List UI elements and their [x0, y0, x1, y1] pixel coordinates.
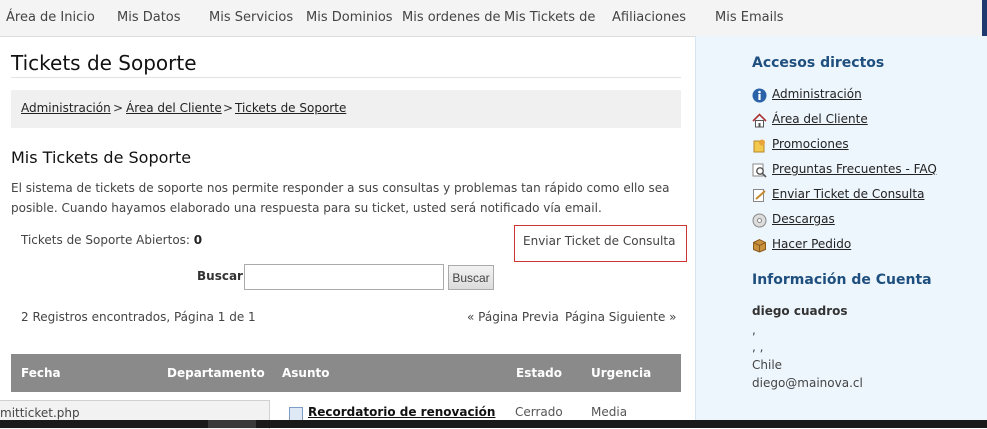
promo-icon	[752, 138, 767, 153]
nav-mis-tickets[interactable]: Mis Tickets de	[504, 10, 595, 25]
intro-text: El sistema de tickets de soporte nos per…	[11, 181, 670, 215]
nav-afiliaciones[interactable]: Afiliaciones	[612, 10, 686, 25]
nav-mis-ordenes[interactable]: Mis ordenes de	[402, 10, 500, 25]
records-count: 2 Registros encontrados, Página 1 de 1	[21, 310, 256, 324]
breadcrumb-tickets-soporte[interactable]: Tickets de Soporte	[235, 101, 346, 115]
breadcrumb-separator: >	[113, 101, 124, 115]
home-icon	[752, 113, 767, 128]
nav-mis-dominios[interactable]: Mis Dominios	[306, 10, 393, 25]
page-title: Tickets de Soporte	[11, 51, 197, 75]
ticket-urgency: Media	[591, 405, 628, 419]
sidebar: Accesos directos Administración Área del…	[695, 36, 987, 428]
column-urgencia[interactable]: Urgencia	[591, 366, 651, 380]
shortcuts-title: Accesos directos	[752, 55, 885, 71]
sidebar-link-label[interactable]: Administración	[772, 87, 862, 101]
edit-icon	[752, 188, 767, 203]
taskbar-edge	[0, 420, 987, 428]
account-country: Chile	[752, 358, 783, 372]
nav-mis-datos[interactable]: Mis Datos	[117, 10, 181, 25]
nav-mis-emails[interactable]: Mis Emails	[715, 10, 784, 25]
top-navigation: Área de Inicio Mis Datos Mis Servicios M…	[0, 0, 987, 37]
ticket-status: Cerrado	[515, 405, 563, 419]
magnifier-icon	[752, 163, 767, 178]
tickets-table-header: Fecha Departamento Asunto Estado Urgenci…	[11, 354, 681, 392]
nav-area-de-inicio[interactable]: Área de Inicio	[6, 10, 95, 25]
column-departamento[interactable]: Departamento	[167, 366, 265, 380]
open-tickets-summary: Tickets de Soporte Abiertos: 0	[21, 233, 202, 247]
sidebar-link-label[interactable]: Promociones	[772, 137, 849, 151]
main-content: Tickets de Soporte Administración > Área…	[0, 36, 695, 429]
open-tickets-label: Tickets de Soporte Abiertos:	[21, 233, 190, 247]
previous-page-link[interactable]: « Página Previa	[467, 310, 559, 324]
sidebar-link-label[interactable]: Enviar Ticket de Consulta	[772, 187, 924, 201]
send-ticket-link[interactable]: Enviar Ticket de Consulta	[523, 234, 675, 248]
sidebar-link-label[interactable]: Descargas	[772, 212, 835, 226]
sidebar-link-label[interactable]: Área del Cliente	[772, 112, 868, 126]
box-icon	[752, 238, 767, 253]
column-estado[interactable]: Estado	[516, 366, 562, 380]
search-label: Buscar:	[197, 269, 248, 283]
search-input[interactable]	[244, 264, 444, 290]
taskbar-tab	[208, 420, 256, 428]
send-ticket-box[interactable]: Enviar Ticket de Consulta	[514, 225, 687, 262]
disc-icon	[752, 213, 767, 228]
account-info-title: Información de Cuenta	[752, 272, 932, 288]
ticket-subject-link[interactable]: Recordatorio de renovación	[308, 405, 495, 419]
status-url: mitticket.php	[0, 406, 80, 420]
account-address-line1: ,	[752, 323, 756, 337]
nav-mis-servicios[interactable]: Mis Servicios	[209, 10, 293, 25]
info-icon	[752, 88, 767, 103]
sidebar-link-label[interactable]: Hacer Pedido	[772, 237, 851, 251]
breadcrumb: Administración > Área del Cliente > Tick…	[11, 90, 681, 128]
account-address-line2: , ,	[752, 340, 764, 354]
section-title: Mis Tickets de Soporte	[11, 148, 192, 167]
next-page-link[interactable]: Página Siguiente »	[565, 310, 677, 324]
search-button[interactable]: Buscar	[448, 265, 494, 290]
nav-accent-bar	[982, 0, 987, 36]
breadcrumb-administracion[interactable]: Administración	[21, 101, 111, 115]
breadcrumb-area-cliente[interactable]: Área del Cliente	[126, 101, 222, 115]
column-fecha[interactable]: Fecha	[21, 366, 61, 380]
sidebar-link-label[interactable]: Preguntas Frecuentes - FAQ	[772, 162, 937, 176]
breadcrumb-separator: >	[223, 101, 234, 115]
open-tickets-count: 0	[193, 233, 203, 247]
account-name: diego cuadros	[752, 304, 848, 318]
account-email: diego@mainova.cl	[752, 376, 863, 390]
title-divider	[11, 77, 681, 78]
column-asunto[interactable]: Asunto	[282, 366, 330, 380]
